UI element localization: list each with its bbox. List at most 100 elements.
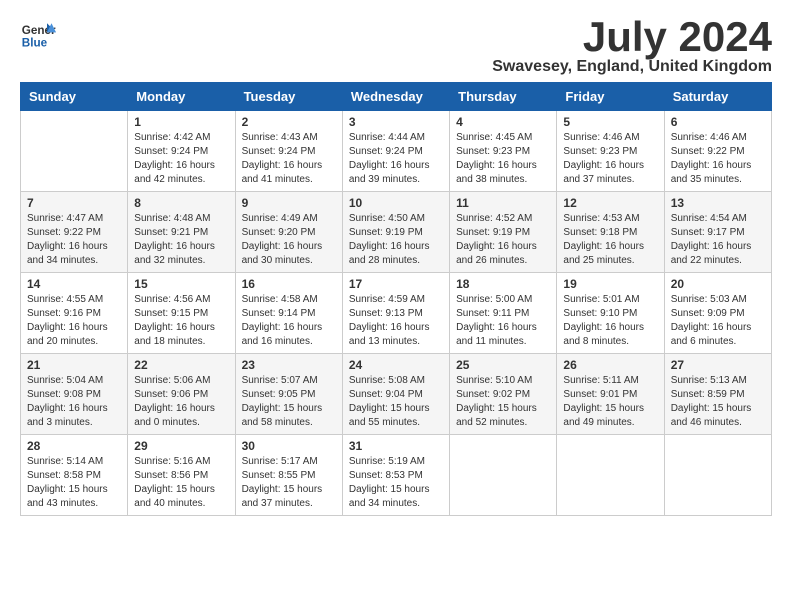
- cell-info: Sunrise: 4:55 AMSunset: 9:16 PMDaylight:…: [27, 293, 121, 349]
- calendar-cell: 8 Sunrise: 4:48 AMSunset: 9:21 PMDaylight…: [128, 192, 235, 273]
- cell-info: Sunrise: 4:46 AMSunset: 9:23 PMDaylight:…: [563, 131, 657, 187]
- day-number: 26: [563, 358, 657, 372]
- cell-info: Sunrise: 4:53 AMSunset: 9:18 PMDaylight:…: [563, 212, 657, 268]
- calendar-cell: 27Sunrise: 5:13 AMSunset: 8:59 PMDayligh…: [664, 354, 771, 435]
- day-number: 19: [563, 277, 657, 291]
- cell-info: Sunrise: 5:06 AMSunset: 9:06 PMDaylight:…: [134, 374, 228, 430]
- cell-info: Sunrise: 4:45 AMSunset: 9:23 PMDaylight:…: [456, 131, 550, 187]
- day-number: 10: [349, 196, 443, 210]
- day-number: 11: [456, 196, 550, 210]
- week-row: 21Sunrise: 5:04 AMSunset: 9:08 PMDayligh…: [21, 354, 772, 435]
- cell-info: Sunrise: 5:08 AMSunset: 9:04 PMDaylight:…: [349, 374, 443, 430]
- cell-info: Sunrise: 4:46 AMSunset: 9:22 PMDaylight:…: [671, 131, 765, 187]
- day-number: 7: [27, 196, 121, 210]
- calendar-cell: 11 Sunrise: 4:52 AMSunset: 9:19 PMDayligh…: [450, 192, 557, 273]
- day-header: Sunday: [21, 83, 128, 111]
- day-number: 22: [134, 358, 228, 372]
- cell-info: Sunrise: 4:44 AMSunset: 9:24 PMDaylight:…: [349, 131, 443, 187]
- day-number: 12: [563, 196, 657, 210]
- day-number: 17: [349, 277, 443, 291]
- day-number: 14: [27, 277, 121, 291]
- cell-info: Sunrise: 5:03 AMSunset: 9:09 PMDaylight:…: [671, 293, 765, 349]
- day-header: Thursday: [450, 83, 557, 111]
- calendar-cell: 22 Sunrise: 5:06 AMSunset: 9:06 PMDayligh…: [128, 354, 235, 435]
- week-row: 1Sunrise: 4:42 AMSunset: 9:24 PMDaylight…: [21, 111, 772, 192]
- day-number: 9: [242, 196, 336, 210]
- week-row: 7 Sunrise: 4:47 AMSunset: 9:22 PMDaylight…: [21, 192, 772, 273]
- calendar-cell: 13 Sunrise: 4:54 AMSunset: 9:17 PMDayligh…: [664, 192, 771, 273]
- calendar-cell: 15 Sunrise: 4:56 AMSunset: 9:15 PMDayligh…: [128, 273, 235, 354]
- day-number: 16: [242, 277, 336, 291]
- cell-info: Sunrise: 5:16 AMSunset: 8:56 PMDaylight:…: [134, 455, 228, 511]
- calendar-cell: 18Sunrise: 5:00 AMSunset: 9:11 PMDayligh…: [450, 273, 557, 354]
- calendar-cell: 14 Sunrise: 4:55 AMSunset: 9:16 PMDayligh…: [21, 273, 128, 354]
- calendar-cell: [21, 111, 128, 192]
- calendar-cell: [557, 435, 664, 516]
- calendar-cell: 7 Sunrise: 4:47 AMSunset: 9:22 PMDaylight…: [21, 192, 128, 273]
- cell-info: Sunrise: 4:48 AMSunset: 9:21 PMDaylight:…: [134, 212, 228, 268]
- calendar-cell: 29 Sunrise: 5:16 AMSunset: 8:56 PMDayligh…: [128, 435, 235, 516]
- day-number: 23: [242, 358, 336, 372]
- cell-info: Sunrise: 4:58 AMSunset: 9:14 PMDaylight:…: [242, 293, 336, 349]
- calendar-cell: 30 Sunrise: 5:17 AMSunset: 8:55 PMDayligh…: [235, 435, 342, 516]
- header: General Blue July 2024 Swavesey, England…: [20, 16, 772, 76]
- cell-info: Sunrise: 4:47 AMSunset: 9:22 PMDaylight:…: [27, 212, 121, 268]
- header-row: SundayMondayTuesdayWednesdayThursdayFrid…: [21, 83, 772, 111]
- calendar-cell: 10Sunrise: 4:50 AMSunset: 9:19 PMDayligh…: [342, 192, 449, 273]
- cell-info: Sunrise: 4:52 AMSunset: 9:19 PMDaylight:…: [456, 212, 550, 268]
- cell-info: Sunrise: 5:07 AMSunset: 9:05 PMDaylight:…: [242, 374, 336, 430]
- logo: General Blue: [20, 16, 56, 52]
- calendar-cell: [664, 435, 771, 516]
- day-number: 13: [671, 196, 765, 210]
- calendar-cell: 26 Sunrise: 5:11 AMSunset: 9:01 PMDayligh…: [557, 354, 664, 435]
- day-header: Wednesday: [342, 83, 449, 111]
- day-number: 29: [134, 439, 228, 453]
- calendar-cell: 5Sunrise: 4:46 AMSunset: 9:23 PMDaylight…: [557, 111, 664, 192]
- week-row: 14 Sunrise: 4:55 AMSunset: 9:16 PMDayligh…: [21, 273, 772, 354]
- week-row: 28Sunrise: 5:14 AMSunset: 8:58 PMDayligh…: [21, 435, 772, 516]
- cell-info: Sunrise: 5:19 AMSunset: 8:53 PMDaylight:…: [349, 455, 443, 511]
- calendar-cell: 20 Sunrise: 5:03 AMSunset: 9:09 PMDayligh…: [664, 273, 771, 354]
- day-number: 1: [134, 115, 228, 129]
- cell-info: Sunrise: 5:17 AMSunset: 8:55 PMDaylight:…: [242, 455, 336, 511]
- calendar-cell: 21Sunrise: 5:04 AMSunset: 9:08 PMDayligh…: [21, 354, 128, 435]
- calendar-cell: 16 Sunrise: 4:58 AMSunset: 9:14 PMDayligh…: [235, 273, 342, 354]
- cell-info: Sunrise: 4:43 AMSunset: 9:24 PMDaylight:…: [242, 131, 336, 187]
- calendar-cell: 4 Sunrise: 4:45 AMSunset: 9:23 PMDaylight…: [450, 111, 557, 192]
- cell-info: Sunrise: 4:54 AMSunset: 9:17 PMDaylight:…: [671, 212, 765, 268]
- svg-text:Blue: Blue: [22, 37, 48, 50]
- day-number: 31: [349, 439, 443, 453]
- day-number: 2: [242, 115, 336, 129]
- calendar-cell: 23 Sunrise: 5:07 AMSunset: 9:05 PMDayligh…: [235, 354, 342, 435]
- day-header: Monday: [128, 83, 235, 111]
- day-number: 24: [349, 358, 443, 372]
- calendar-cell: 9 Sunrise: 4:49 AMSunset: 9:20 PMDaylight…: [235, 192, 342, 273]
- calendar-cell: 25Sunrise: 5:10 AMSunset: 9:02 PMDayligh…: [450, 354, 557, 435]
- day-number: 4: [456, 115, 550, 129]
- day-header: Friday: [557, 83, 664, 111]
- location-title: Swavesey, England, United Kingdom: [492, 58, 772, 76]
- cell-info: Sunrise: 5:11 AMSunset: 9:01 PMDaylight:…: [563, 374, 657, 430]
- cell-info: Sunrise: 5:14 AMSunset: 8:58 PMDaylight:…: [27, 455, 121, 511]
- calendar-cell: 17 Sunrise: 4:59 AMSunset: 9:13 PMDayligh…: [342, 273, 449, 354]
- cell-info: Sunrise: 4:49 AMSunset: 9:20 PMDaylight:…: [242, 212, 336, 268]
- month-title: July 2024: [492, 16, 772, 58]
- day-number: 8: [134, 196, 228, 210]
- day-number: 3: [349, 115, 443, 129]
- day-header: Saturday: [664, 83, 771, 111]
- cell-info: Sunrise: 4:56 AMSunset: 9:15 PMDaylight:…: [134, 293, 228, 349]
- day-number: 25: [456, 358, 550, 372]
- day-number: 18: [456, 277, 550, 291]
- day-number: 6: [671, 115, 765, 129]
- cell-info: Sunrise: 4:59 AMSunset: 9:13 PMDaylight:…: [349, 293, 443, 349]
- calendar-cell: [450, 435, 557, 516]
- day-number: 20: [671, 277, 765, 291]
- day-header: Tuesday: [235, 83, 342, 111]
- calendar-cell: 24 Sunrise: 5:08 AMSunset: 9:04 PMDayligh…: [342, 354, 449, 435]
- calendar-cell: 6 Sunrise: 4:46 AMSunset: 9:22 PMDaylight…: [664, 111, 771, 192]
- calendar-cell: 28Sunrise: 5:14 AMSunset: 8:58 PMDayligh…: [21, 435, 128, 516]
- day-number: 15: [134, 277, 228, 291]
- calendar: SundayMondayTuesdayWednesdayThursdayFrid…: [20, 82, 772, 516]
- calendar-cell: 12 Sunrise: 4:53 AMSunset: 9:18 PMDayligh…: [557, 192, 664, 273]
- day-number: 30: [242, 439, 336, 453]
